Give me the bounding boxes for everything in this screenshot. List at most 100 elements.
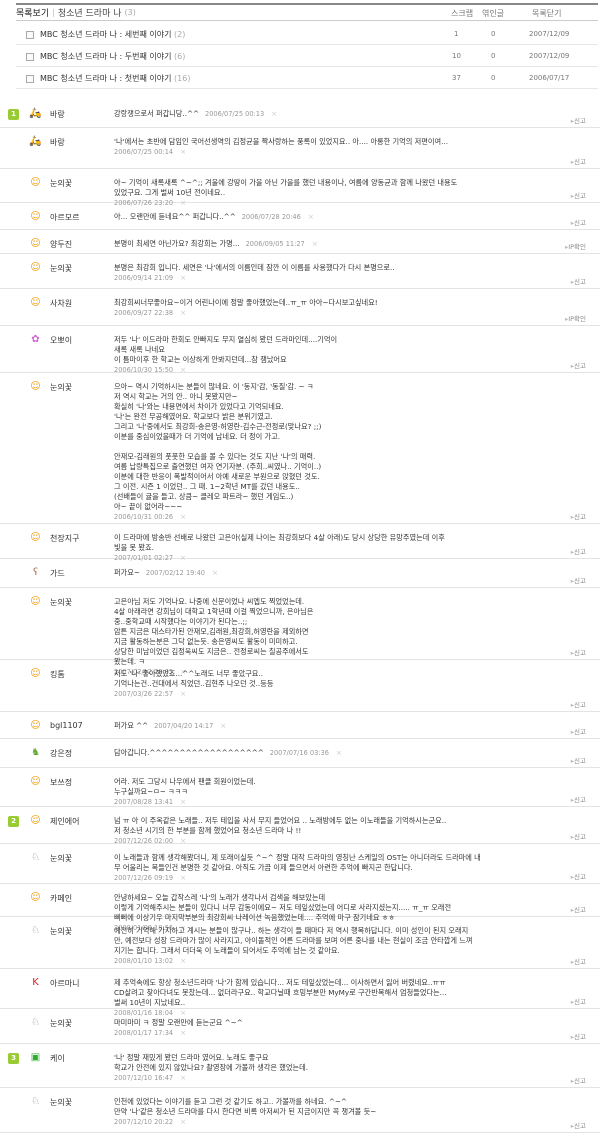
commenter-name[interactable]: 킹톰 [50,669,65,680]
report-link[interactable]: ▸신고 [571,360,586,370]
action-label[interactable]: 신고 [574,548,586,556]
action-label[interactable]: 신고 [574,757,586,765]
action-label[interactable]: 신고 [574,158,586,166]
commenter-name[interactable]: 천장지구 [50,533,79,544]
report-link[interactable]: ▸신고 [571,1031,586,1041]
commenter-name[interactable]: 가드 [50,568,65,579]
report-link[interactable]: ▸신고 [571,794,586,804]
report-link[interactable]: ▸신고 [571,956,586,966]
commenter-name[interactable]: 강은정 [50,748,72,759]
commenter-name[interactable]: 바랑 [50,109,65,120]
commenter-name[interactable]: bgl1107 [50,721,83,730]
post-title[interactable]: MBC 청소년 드라마 나 : 첫번째 이야기 [40,74,171,83]
report-link[interactable]: ▸신고 [571,647,586,657]
report-link[interactable]: ▸신고 [571,904,586,914]
action-label[interactable]: 신고 [574,958,586,966]
post-row[interactable]: MBC 청소년 드라마 나 : 첫번째 이야기 (16) 37 0 2006/0… [16,69,598,89]
action-label[interactable]: 신고 [574,1122,586,1130]
post-title[interactable]: MBC 청소년 드라마 나 : 세번째 이야기 [40,30,171,39]
report-link[interactable]: ▸신고 [571,156,586,166]
ip-check-link[interactable]: ▸IP확인 [565,313,586,323]
action-label[interactable]: 신고 [574,728,586,736]
report-link[interactable]: ▸신고 [571,755,586,765]
action-label[interactable]: 신고 [574,117,586,125]
commenter-name[interactable]: 눈의꽃 [50,263,72,274]
report-link[interactable]: ▸신고 [571,726,586,736]
close-list-button[interactable]: 목록닫기 [532,5,561,23]
report-link[interactable]: ▸신고 [571,546,586,556]
commenter-name[interactable]: 케이 [50,1053,65,1064]
action-label[interactable]: 신고 [574,649,586,657]
commenter-name[interactable]: 바랑 [50,137,65,148]
category-title[interactable]: 청소년 드라마 나 [58,6,122,19]
report-link[interactable]: ▸신고 [571,1120,586,1130]
commenter-name[interactable]: 눈의꽃 [50,597,72,608]
post-row[interactable]: MBC 청소년 드라마 나 : 세번째 이야기 (2) 1 0 2007/12/… [16,25,598,45]
action-label[interactable]: 신고 [574,513,586,521]
report-link[interactable]: ▸신고 [571,190,586,200]
delete-icon[interactable]: × [180,1028,186,1037]
report-link[interactable]: ▸신고 [571,511,586,521]
action-label[interactable]: 신고 [574,1077,586,1085]
post-checkbox[interactable] [26,53,34,61]
action-label[interactable]: 신고 [574,701,586,709]
action-label[interactable]: 신고 [574,278,586,286]
list-view-link[interactable]: 목록보기 [16,6,49,19]
commenter-name[interactable]: 보쓰정 [50,777,72,788]
action-label[interactable]: 신고 [574,873,586,881]
commenter-name[interactable]: 양두진 [50,239,72,250]
delete-icon[interactable]: × [180,1073,186,1082]
delete-icon[interactable]: × [180,308,186,317]
report-link[interactable]: ▸신고 [571,871,586,881]
action-label[interactable]: 신고 [574,362,586,370]
action-label[interactable]: 신고 [574,219,586,227]
post-checkbox[interactable] [26,75,34,83]
action-label[interactable]: 신고 [574,796,586,804]
delete-icon[interactable]: × [180,1117,186,1126]
delete-icon[interactable]: × [308,212,314,221]
delete-icon[interactable]: × [180,689,186,698]
commenter-name[interactable]: 카페인 [50,893,72,904]
commenter-name[interactable]: 아르모르 [50,212,79,223]
action-label[interactable]: 신고 [574,833,586,841]
post-row[interactable]: MBC 청소년 드라마 나 : 두번째 이야기 (6) 10 0 2007/12… [16,47,598,67]
action-label[interactable]: 신고 [574,192,586,200]
commenter-name[interactable]: 아르마니 [50,978,79,989]
action-label[interactable]: IP확인 [568,243,586,251]
report-link[interactable]: ▸신고 [571,831,586,841]
delete-icon[interactable]: × [220,721,226,730]
action-label[interactable]: 신고 [574,1033,586,1041]
delete-icon[interactable]: × [180,956,186,965]
delete-icon[interactable]: × [180,147,186,156]
delete-icon[interactable]: × [180,797,186,806]
report-link[interactable]: ▸신고 [571,699,586,709]
action-label[interactable]: 신고 [574,906,586,914]
delete-icon[interactable]: × [180,873,186,882]
report-link[interactable]: ▸신고 [571,217,586,227]
commenter-name[interactable]: 눈의꽃 [50,1097,72,1108]
commenter-name[interactable]: 눈의꽃 [50,926,72,937]
commenter-name[interactable]: 제인에어 [50,816,79,827]
ip-check-link[interactable]: ▸IP확인 [565,241,586,251]
report-link[interactable]: ▸신고 [571,575,586,585]
report-link[interactable]: ▸신고 [571,276,586,286]
delete-icon[interactable]: × [336,748,342,757]
report-link[interactable]: ▸신고 [571,1075,586,1085]
commenter-name[interactable]: 오뽀이 [50,335,72,346]
report-link[interactable]: ▸신고 [571,115,586,125]
delete-icon[interactable]: × [271,109,277,118]
delete-icon[interactable]: × [312,239,318,248]
commenter-name[interactable]: 사차원 [50,298,72,309]
post-checkbox[interactable] [26,31,34,39]
delete-icon[interactable]: × [180,273,186,282]
commenter-name[interactable]: 눈의꽃 [50,853,72,864]
delete-icon[interactable]: × [180,512,186,521]
action-label[interactable]: 신고 [574,577,586,585]
commenter-name[interactable]: 눈의꽃 [50,1018,72,1029]
commenter-name[interactable]: 눈의꽃 [50,178,72,189]
delete-icon[interactable]: × [180,365,186,374]
report-link[interactable]: ▸신고 [571,996,586,1006]
delete-icon[interactable]: × [212,568,218,577]
delete-icon[interactable]: × [180,836,186,845]
post-title[interactable]: MBC 청소년 드라마 나 : 두번째 이야기 [40,52,171,61]
